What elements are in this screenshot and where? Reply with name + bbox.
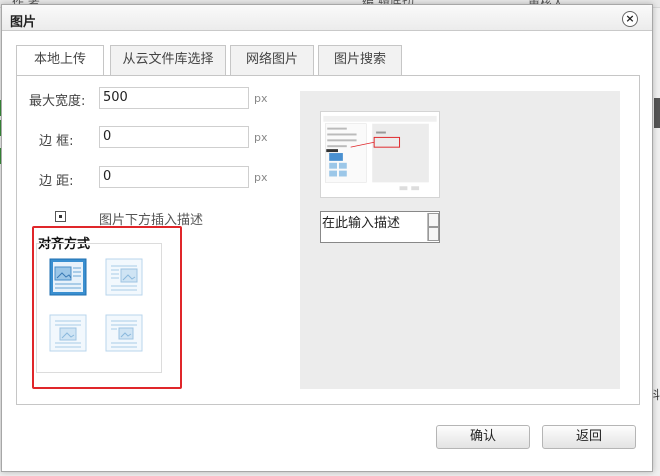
close-icon[interactable]: ×	[622, 11, 638, 27]
bg-dark-strip	[654, 98, 660, 128]
align-right-icon[interactable]	[105, 258, 143, 296]
image-dialog: 图片 × 本地上传 从云文件库选择 网络图片 图片搜索 最大宽度: 500 px…	[1, 4, 653, 472]
tab-image-search[interactable]: 图片搜索	[318, 45, 402, 75]
upload-panel: 最大宽度: 500 px 边 框: 0 px 边 距: 0 px 图片下方插入描…	[16, 75, 640, 405]
alignment-section: 对齐方式	[32, 226, 182, 389]
insert-desc-checkbox[interactable]	[55, 211, 66, 222]
tab-web-image[interactable]: 网络图片	[230, 45, 314, 75]
description-scrollbar[interactable]	[427, 213, 439, 241]
alignment-options	[36, 243, 162, 373]
max-width-label: 最大宽度:	[29, 94, 86, 109]
margin-label: 边 距:	[39, 174, 74, 189]
border-input[interactable]: 0	[99, 126, 249, 148]
margin-unit: px	[254, 171, 268, 184]
confirm-button[interactable]: 确认	[436, 425, 530, 449]
preview-thumbnail	[320, 111, 440, 198]
border-label: 边 框:	[39, 134, 74, 149]
dialog-title: 图片	[10, 15, 37, 30]
back-button[interactable]: 返回	[542, 425, 636, 449]
description-placeholder: 在此输入描述	[322, 216, 401, 231]
max-width-unit: px	[254, 92, 268, 105]
margin-input[interactable]: 0	[99, 166, 249, 188]
align-left-icon[interactable]	[49, 258, 87, 296]
tab-cloud-library[interactable]: 从云文件库选择	[110, 45, 226, 75]
align-inline-icon[interactable]	[105, 314, 143, 352]
tab-local-upload[interactable]: 本地上传	[16, 45, 104, 76]
border-unit: px	[254, 131, 268, 144]
image-preview-area: 在此输入描述	[300, 91, 620, 389]
align-center-icon[interactable]	[49, 314, 87, 352]
description-input[interactable]: 在此输入描述	[320, 211, 440, 243]
dialog-title-bar[interactable]: 图片 ×	[2, 5, 652, 31]
max-width-input[interactable]: 500	[99, 87, 249, 109]
